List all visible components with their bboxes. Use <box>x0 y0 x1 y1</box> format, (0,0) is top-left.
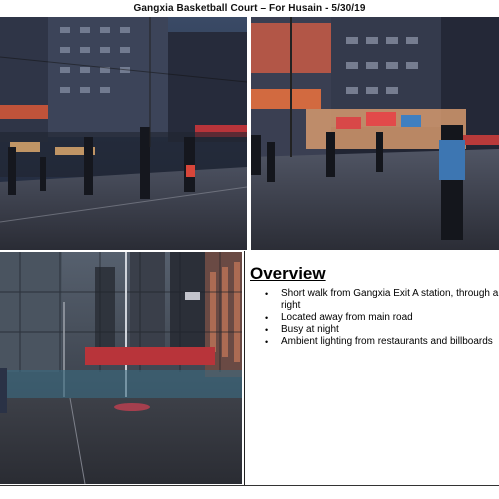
overview-bullet-3: • Busy at night <box>265 324 339 335</box>
court-photo-top-right <box>251 17 499 250</box>
night-street-scene-icon <box>251 17 499 250</box>
night-court-fence-scene-icon <box>0 252 242 484</box>
bullet-icon: • <box>265 337 269 347</box>
overview-bullet-4: • Ambient lighting from restaurants and b… <box>265 336 493 347</box>
overview-bullet-1: • Short walk from Gangxia Exit A station,… <box>265 288 499 311</box>
bullet-icon: • <box>265 289 269 299</box>
court-photo-bottom-left <box>0 252 242 484</box>
photo-row-divider <box>0 250 499 252</box>
court-photo-top-left <box>0 17 247 250</box>
bullet-icon: • <box>265 313 269 323</box>
bottom-rule <box>0 485 499 486</box>
bullet-icon: • <box>265 325 269 335</box>
overview-heading: Overview <box>250 264 326 283</box>
overview-bullet-list: • Short walk from Gangxia Exit A station,… <box>250 288 499 348</box>
column-divider <box>244 251 245 486</box>
night-court-scene-icon <box>0 17 247 250</box>
overview-bullet-2: • Located away from main road <box>265 312 413 323</box>
overview-section: Overview • Short walk from Gangxia Exit A… <box>250 264 499 348</box>
document-title: Gangxia Basketball Court – For Husain - … <box>133 3 366 14</box>
